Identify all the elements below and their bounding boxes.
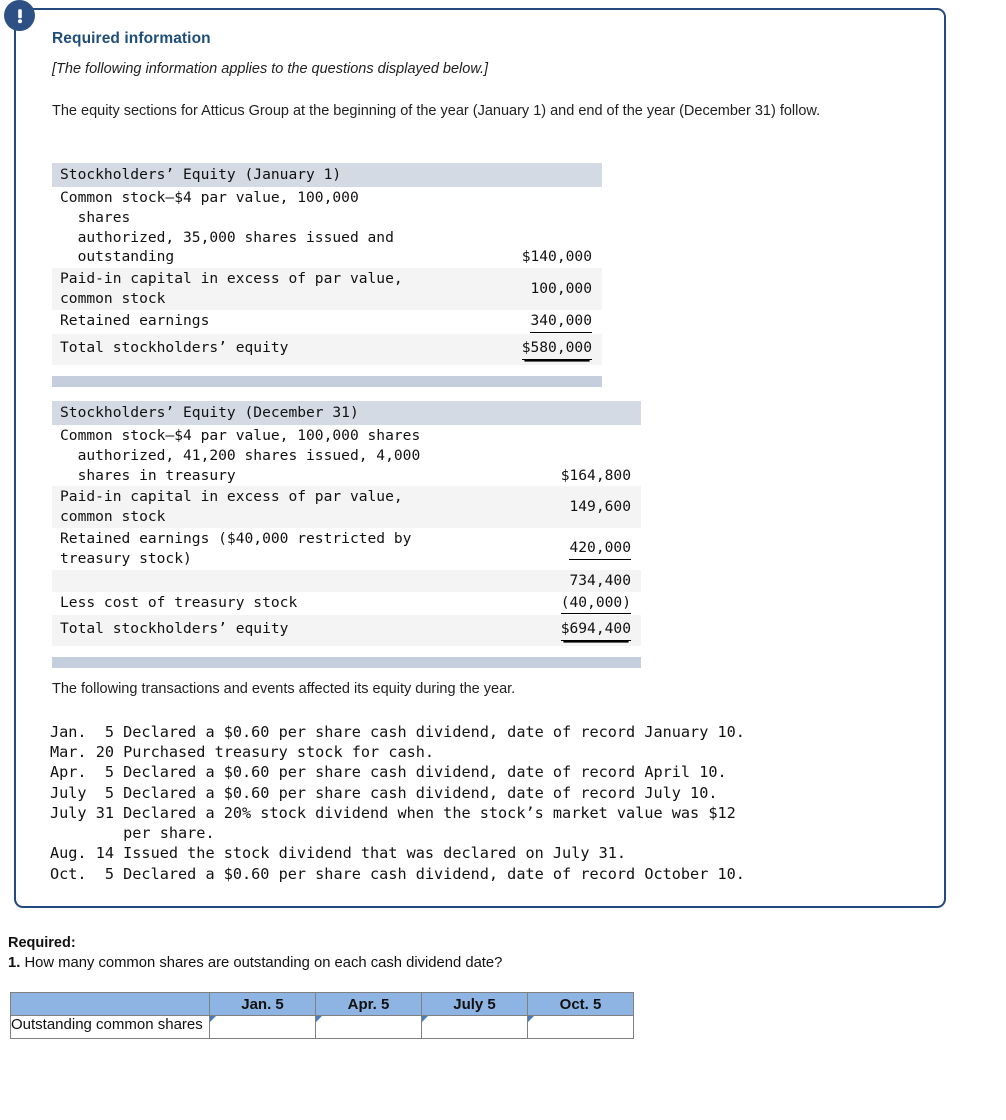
amount-double-underlined: $580,000 (521, 338, 592, 360)
table-row: Paid-in capital in excess of par value, … (52, 486, 641, 529)
corner-cell (10, 992, 210, 1016)
row-amount: $580,000 (327, 333, 602, 365)
row-label: Common stock—$4 par value, 100,000 share… (52, 186, 394, 269)
table-row: 734,400 (52, 569, 641, 592)
table-header-row: Jan. 5 Apr. 5 July 5 Oct. 5 (10, 992, 634, 1016)
answer-input-oct-5[interactable] (527, 1015, 634, 1039)
table-row: Less cost of treasury stock (40,000) (52, 591, 641, 616)
stockholders-equity-december-table: Stockholders’ Equity (December 31) Commo… (52, 401, 641, 669)
required-label: Required: (8, 935, 76, 951)
transactions-intro: The following transactions and events af… (52, 681, 516, 697)
row-label: Common stock—$4 par value, 100,000 share… (52, 424, 420, 487)
row-amount: 734,400 (346, 569, 641, 592)
equity-january-title: Stockholders’ Equity (January 1) (52, 163, 602, 187)
question-number: 1. (8, 955, 21, 971)
table-header-row: Stockholders’ Equity (December 31) (52, 401, 641, 425)
table-row: Total stockholders’ equity $580,000 (52, 333, 602, 365)
column-header-oct-5: Oct. 5 (527, 992, 634, 1016)
callout-content: Required information [The following info… (52, 30, 932, 122)
answer-input-jan-5[interactable] (209, 1015, 316, 1039)
outstanding-shares-grid: Jan. 5 Apr. 5 July 5 Oct. 5 Outstanding … (10, 992, 634, 1039)
table-row: Total stockholders’ equity $694,400 (52, 615, 641, 647)
equity-december-grid: Stockholders’ Equity (December 31) Commo… (52, 401, 641, 647)
answer-input-july-5[interactable] (421, 1015, 528, 1039)
equity-december-title: Stockholders’ Equity (December 31) (52, 401, 641, 425)
table-row: Common stock—$4 par value, 100,000 share… (52, 424, 641, 487)
table-row: Retained earnings 340,000 (52, 309, 602, 334)
intro-paragraph: The equity sections for Atticus Group at… (52, 103, 821, 119)
cell-marker-icon (422, 1016, 428, 1022)
table-header-row: Stockholders’ Equity (January 1) (52, 163, 602, 187)
row-amount: $140,000 (327, 186, 602, 269)
table-row: Outstanding common shares (10, 1015, 634, 1039)
amount-underlined: 340,000 (530, 311, 592, 333)
amount-underlined: 420,000 (569, 538, 631, 560)
row-label: Total stockholders’ equity (52, 333, 327, 365)
transactions-list: Jan. 5 Declared a $0.60 per share cash d… (50, 723, 745, 883)
row-label-outstanding-shares: Outstanding common shares (10, 1015, 210, 1039)
cell-marker-icon (210, 1016, 216, 1022)
row-label: Total stockholders’ equity (52, 615, 347, 647)
row-amount: (40,000) (346, 591, 641, 616)
question-text: 1. How many common shares are outstandin… (8, 955, 968, 971)
amount-double-underlined: $694,400 (560, 619, 631, 642)
row-label (52, 569, 347, 592)
table-footer-band (52, 375, 602, 387)
row-label: Retained earnings ($40,000 restricted by… (52, 528, 411, 570)
stockholders-equity-january-table: Stockholders’ Equity (January 1) Common … (52, 163, 602, 387)
equity-january-grid: Stockholders’ Equity (January 1) Common … (52, 163, 602, 365)
amount-underlined: (40,000) (560, 593, 631, 615)
row-label: Less cost of treasury stock (52, 591, 347, 616)
row-amount: 340,000 (327, 309, 602, 334)
column-header-apr-5: Apr. 5 (315, 992, 422, 1016)
column-header-jan-5: Jan. 5 (209, 992, 316, 1016)
required-information-callout: Required information [The following info… (0, 0, 1006, 915)
cell-marker-icon (528, 1016, 534, 1022)
cell-marker-icon (316, 1016, 322, 1022)
required-section: Required: 1. How many common shares are … (8, 935, 968, 971)
table-row: Paid-in capital in excess of par value, … (52, 268, 602, 310)
answer-table: Jan. 5 Apr. 5 July 5 Oct. 5 Outstanding … (10, 992, 634, 1039)
page-title: Required information (52, 30, 211, 47)
row-label: Paid-in capital in excess of par value, … (52, 268, 403, 310)
answer-input-apr-5[interactable] (315, 1015, 422, 1039)
exclamation-icon (4, 0, 35, 31)
row-label: Retained earnings (52, 309, 327, 334)
applies-note: [The following information applies to th… (52, 61, 489, 77)
table-row: Common stock—$4 par value, 100,000 share… (52, 186, 602, 269)
question-body: How many common shares are outstanding o… (24, 955, 503, 971)
row-amount: $694,400 (346, 615, 641, 647)
column-header-july-5: July 5 (421, 992, 528, 1016)
table-row: Retained earnings ($40,000 restricted by… (52, 528, 641, 570)
row-label: Paid-in capital in excess of par value, … (52, 486, 403, 529)
table-footer-band (52, 657, 641, 669)
